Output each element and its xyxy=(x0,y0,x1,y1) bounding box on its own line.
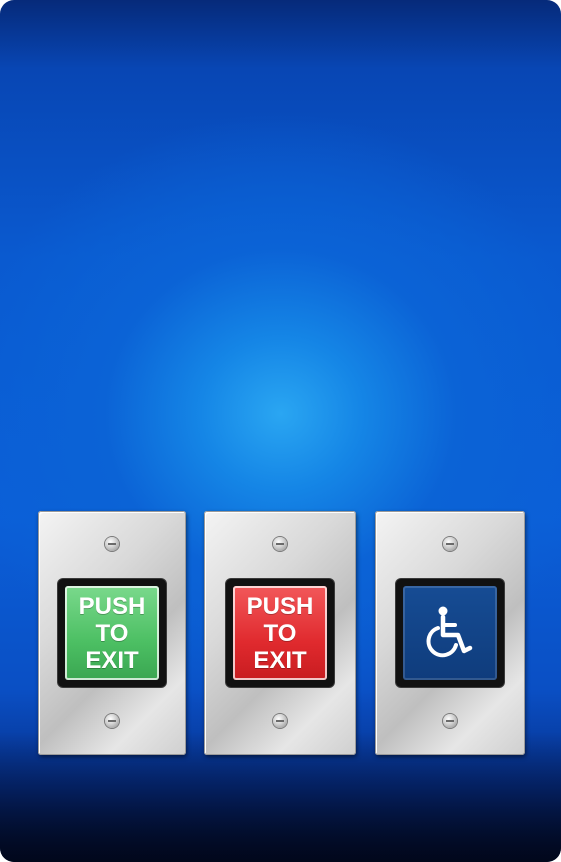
push-to-exit-red-plate: PUSH TO EXIT xyxy=(204,511,356,755)
screw-icon xyxy=(273,537,287,551)
accessibility-plate xyxy=(375,511,525,755)
screw-icon xyxy=(443,537,457,551)
push-to-exit-red-button: PUSH TO EXIT xyxy=(233,586,327,680)
button-bezel: PUSH TO EXIT xyxy=(58,579,166,687)
push-to-exit-green-button: PUSH TO EXIT xyxy=(65,586,159,680)
button-text-line: EXIT xyxy=(253,646,307,674)
product-image: PUSH TO EXIT PUSH TO EXIT xyxy=(0,0,561,862)
accessibility-button xyxy=(403,586,497,680)
wheelchair-icon xyxy=(426,606,473,658)
screw-icon xyxy=(105,537,119,551)
button-text-line: TO xyxy=(95,619,129,647)
button-text-line: TO xyxy=(263,619,297,647)
button-text-line: PUSH xyxy=(246,592,314,620)
screw-icon xyxy=(273,714,287,728)
push-to-exit-green-plate: PUSH TO EXIT xyxy=(38,511,186,755)
button-text-line: EXIT xyxy=(85,646,139,674)
button-bezel xyxy=(396,579,504,687)
button-text-line: PUSH xyxy=(78,592,146,620)
screw-icon xyxy=(443,714,457,728)
button-bezel: PUSH TO EXIT xyxy=(226,579,334,687)
screw-icon xyxy=(105,714,119,728)
